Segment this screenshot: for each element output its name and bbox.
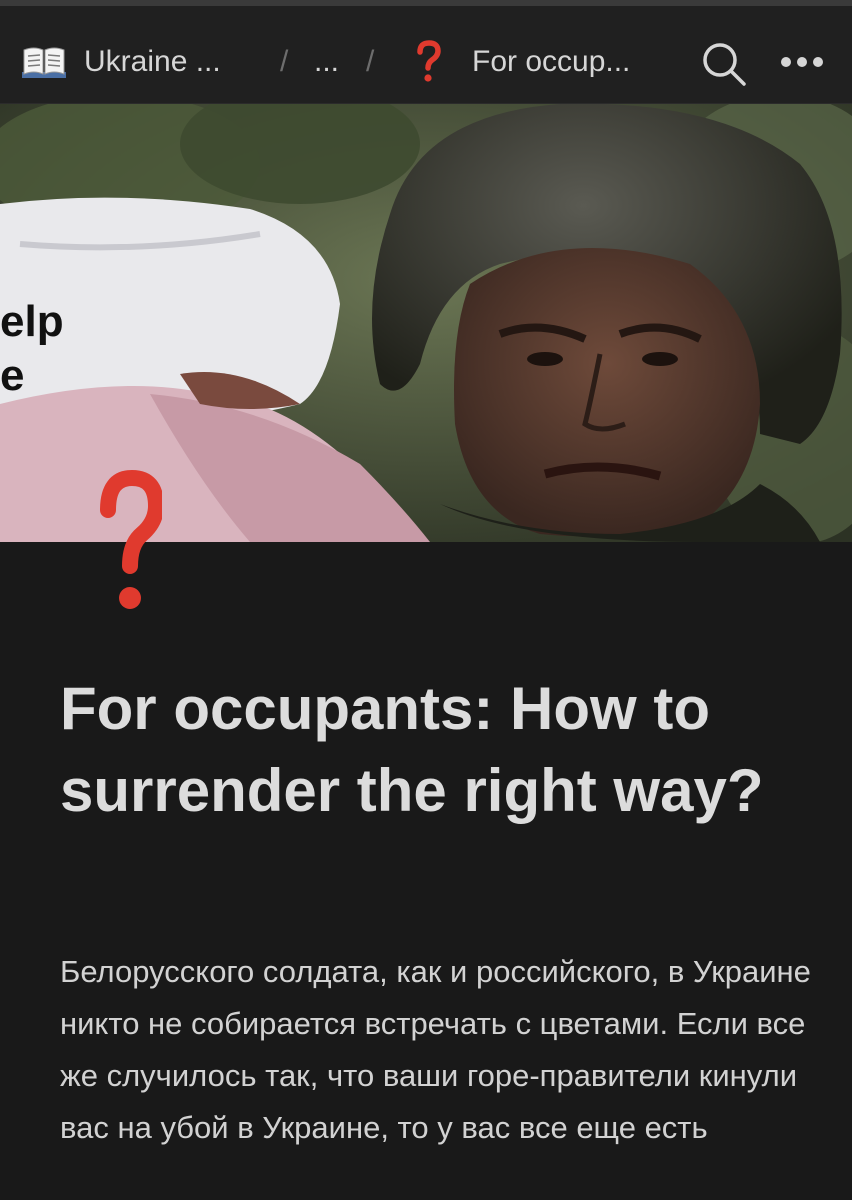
top-bar: Ukraine ... / ... / For occup... [0, 0, 852, 104]
breadcrumb-item-current-page[interactable]: For occup... [472, 42, 630, 82]
breadcrumb-separator: / [366, 45, 375, 78]
breadcrumb-item-collapsed[interactable]: ... [314, 42, 339, 82]
page-body-text[interactable]: Белорусского солдата, как и российского,… [60, 946, 820, 1154]
question-mark-icon[interactable] [416, 40, 442, 84]
cover-text-line-1: elp [0, 297, 64, 346]
search-icon[interactable] [700, 40, 748, 88]
page-title[interactable]: For occupants: How to surrender the righ… [60, 668, 820, 832]
cover-text-line-2: e [0, 351, 24, 400]
more-horizontal-icon[interactable] [778, 52, 826, 72]
book-icon[interactable] [22, 46, 66, 78]
notion-page: Ukraine ... / ... / For occup... elp e F… [0, 0, 852, 1200]
question-mark-icon[interactable] [100, 469, 165, 620]
breadcrumb-separator: / [280, 45, 289, 78]
breadcrumb-item-workspace[interactable]: Ukraine ... [84, 42, 221, 82]
